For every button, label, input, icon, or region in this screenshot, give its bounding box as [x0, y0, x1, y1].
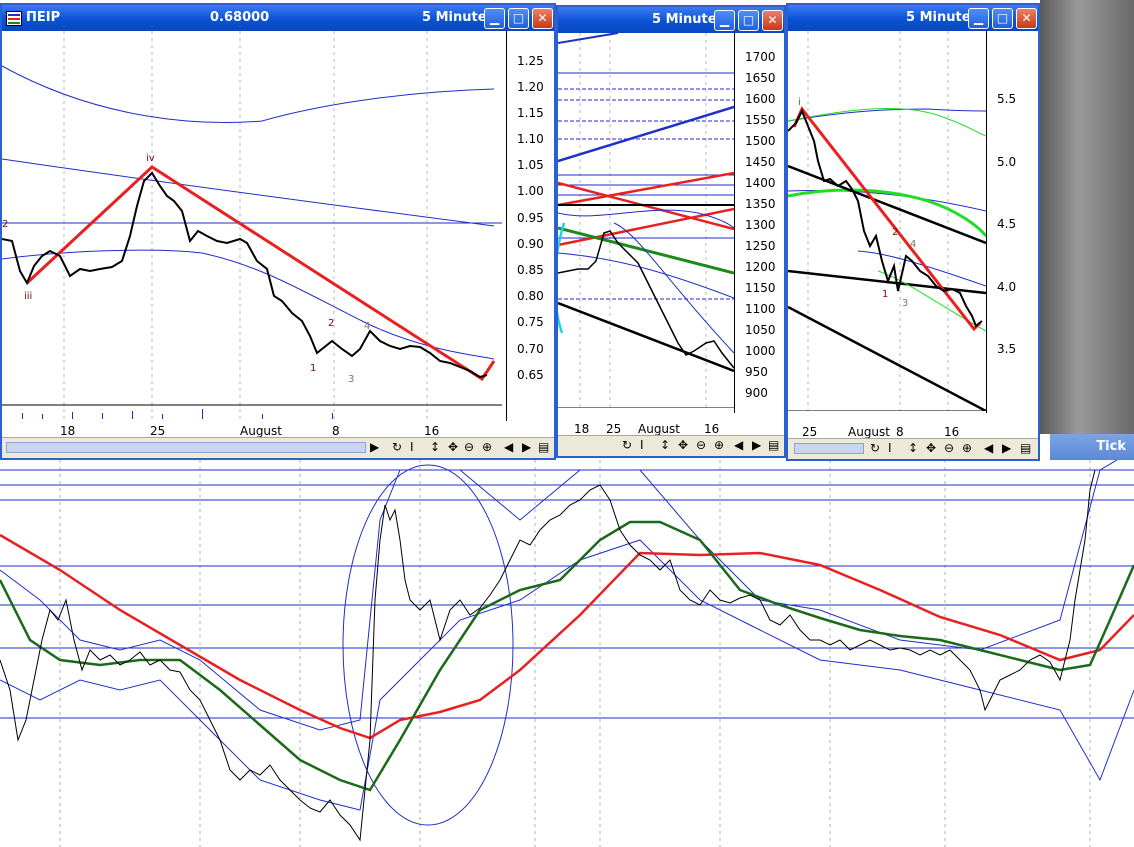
- wave-label-4: 4: [364, 321, 370, 332]
- cursor-icon[interactable]: I: [888, 441, 892, 455]
- scroll-left-icon[interactable]: ◀: [504, 440, 513, 454]
- window-3-interval: 5 Minute: [906, 10, 971, 25]
- window-3-scrollbar[interactable]: [794, 443, 864, 454]
- scroll-right-icon[interactable]: ▶: [1002, 441, 1011, 455]
- cursor-icon[interactable]: I: [640, 438, 644, 452]
- bg-vertical-grid: [59, 460, 1091, 847]
- maximize-button[interactable]: □: [738, 10, 759, 31]
- wave-label-2: 2: [892, 227, 898, 238]
- wave-label-1: 1: [310, 363, 316, 374]
- scroll-right-arrow-icon[interactable]: ▶: [370, 440, 379, 454]
- minimize-button[interactable]: ▁: [968, 8, 989, 29]
- bg-price-line: [0, 469, 1096, 842]
- window-1-symbol: ΠΕΙΡ: [26, 10, 61, 25]
- bg-horizontal-levels: [0, 469, 1134, 719]
- zoom-out-icon[interactable]: ⊖: [696, 438, 706, 452]
- refresh-icon[interactable]: ↻: [622, 438, 632, 452]
- move-icon[interactable]: ✥: [448, 440, 458, 454]
- chart-app-icon: [6, 11, 22, 26]
- wave-label-3: 3: [902, 298, 908, 309]
- close-button[interactable]: ✕: [1016, 8, 1037, 29]
- window-2-toolbar: ↻ I ↕ ✥ ⊖ ⊕ ◀ ▶ ▤: [558, 435, 784, 456]
- layout-icon[interactable]: ▤: [1020, 441, 1031, 455]
- minimize-button[interactable]: ▁: [714, 10, 735, 31]
- move-icon[interactable]: ✥: [678, 438, 688, 452]
- window-2-plot[interactable]: [558, 33, 734, 408]
- zoom-out-icon[interactable]: ⊖: [464, 440, 474, 454]
- cursor-icon[interactable]: I: [410, 440, 414, 454]
- window-1-toolbar: ▶ ↻ I ↕ ✥ ⊖ ⊕ ◀ ▶ ▤: [2, 437, 554, 458]
- refresh-icon[interactable]: ↻: [392, 440, 402, 454]
- window-1-price: 0.68000: [210, 10, 270, 25]
- window-2-titlebar[interactable]: 5 Minute ▁ □ ✕: [558, 7, 784, 33]
- wave-label-i: i: [798, 97, 801, 108]
- scroll-right-icon[interactable]: ▶: [752, 438, 761, 452]
- window-1-interval: 5 Minute: [422, 10, 487, 25]
- wave-label-2-left: 2: [2, 219, 8, 230]
- window-1-plot[interactable]: iii iv 1 2 3 4 2: [2, 31, 502, 421]
- desktop-background: [1040, 0, 1134, 434]
- window-1-price-line: [2, 171, 488, 379]
- tick-label: Tick: [1096, 439, 1126, 454]
- layout-icon[interactable]: ▤: [768, 438, 779, 452]
- zoom-in-icon[interactable]: ⊕: [714, 438, 724, 452]
- scroll-left-icon[interactable]: ◀: [984, 441, 993, 455]
- bottom-chart-title: Tick: [1050, 434, 1134, 460]
- window-3-toolbar: ↻ I ↕ ✥ ⊖ ⊕ ◀ ▶ ▤: [788, 438, 1038, 459]
- move-vertical-icon[interactable]: ↕: [430, 440, 440, 454]
- window-1-scrollbar[interactable]: [6, 442, 366, 453]
- maximize-button[interactable]: □: [992, 8, 1013, 29]
- window-1-volume-bars: [22, 409, 333, 419]
- window-2-price-axis: 1700 1650 1600 1550 1500 1450 1400 1350 1300…: [734, 33, 784, 413]
- zoom-in-icon[interactable]: ⊕: [482, 440, 492, 454]
- chart-window-2[interactable]: 5 Minute ▁ □ ✕ 1700 1650 1600 1550 1500 145…: [556, 5, 786, 458]
- scroll-left-icon[interactable]: ◀: [734, 438, 743, 452]
- chart-window-1[interactable]: ΠΕΙΡ 0.68000 5 Minute ▁ □ ✕ iii iv 1 2 3…: [0, 3, 556, 460]
- zoom-in-icon[interactable]: ⊕: [962, 441, 972, 455]
- wave-label-iv: iv: [146, 153, 155, 164]
- wave-label-2: 2: [328, 318, 334, 329]
- chart-window-3[interactable]: 5 Minute ▁ □ ✕ i 1 2 3 4 5.5 5.0 4.5 4.0 3…: [786, 3, 1040, 461]
- wave-label-3: 3: [348, 374, 354, 385]
- bg-band-upper: [0, 449, 1134, 731]
- scroll-right-icon[interactable]: ▶: [522, 440, 531, 454]
- window-3-plot[interactable]: i 1 2 3 4: [788, 31, 986, 411]
- zoom-out-icon[interactable]: ⊖: [944, 441, 954, 455]
- bg-green-ma: [0, 520, 1134, 792]
- window-1-titlebar[interactable]: ΠΕΙΡ 0.68000 5 Minute ▁ □ ✕: [2, 5, 554, 31]
- window-1-price-axis: 1.25 1.20 1.15 1.10 1.05 1.00 0.95 0.90 0.85…: [506, 31, 554, 421]
- move-icon[interactable]: ✥: [926, 441, 936, 455]
- wave-label-4: 4: [910, 239, 916, 250]
- bg-red-ma: [0, 533, 1134, 740]
- bg-band-lower: [0, 539, 1134, 811]
- move-vertical-icon[interactable]: ↕: [908, 441, 918, 455]
- minimize-button[interactable]: ▁: [484, 8, 505, 29]
- window-2-cyan-arc: [558, 222, 566, 334]
- window-3-titlebar[interactable]: 5 Minute ▁ □ ✕: [788, 5, 1038, 31]
- close-button[interactable]: ✕: [762, 10, 783, 31]
- move-vertical-icon[interactable]: ↕: [660, 438, 670, 452]
- layout-icon[interactable]: ▤: [538, 440, 549, 454]
- window-3-price-axis: 5.5 5.0 4.5 4.0 3.5: [986, 31, 1037, 413]
- wave-label-1: 1: [882, 289, 888, 300]
- refresh-icon[interactable]: ↻: [870, 441, 880, 455]
- wave-label-iii: iii: [24, 291, 32, 302]
- bg-ellipse: [342, 464, 514, 826]
- close-button[interactable]: ✕: [532, 8, 553, 29]
- window-2-interval: 5 Minute: [652, 12, 717, 27]
- window-1-red-trendline: [25, 165, 496, 382]
- maximize-button[interactable]: □: [508, 8, 529, 29]
